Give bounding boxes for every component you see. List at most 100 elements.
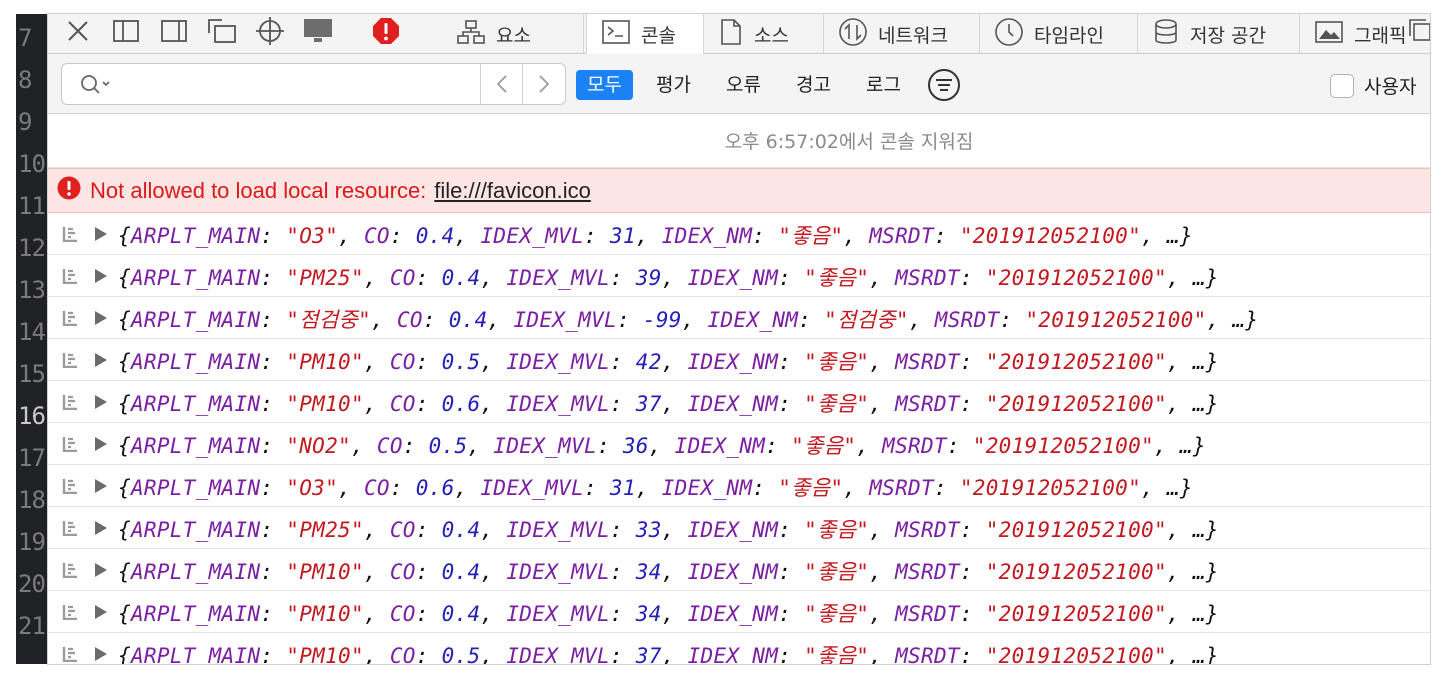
log-line-icon [62,646,78,664]
line-number: 13 [18,276,46,304]
console-log: 오후 6:57:02에서 콘솔 지워짐 Not allowed to load … [48,114,1430,664]
line-number: 10 [18,150,46,178]
chevron-right-icon [538,75,549,93]
error-message-row[interactable]: Not allowed to load local resource: file… [48,168,1430,213]
log-line-icon [62,268,78,288]
tab-label: 저장 공간 [1190,24,1266,47]
log-line-icon [62,604,78,624]
tab-label: 콘솔 [641,25,676,47]
log-line-icon [62,562,78,582]
expand-triangle-icon[interactable] [94,436,108,456]
filter-options-icon[interactable] [926,67,962,103]
expand-triangle-icon[interactable] [94,520,108,540]
log-entry-row[interactable]: {ARPLT_MAIN: "PM10", CO: 0.5, IDEX_MVL: … [48,633,1430,664]
console-icon [601,19,631,50]
log-entry-row[interactable]: {ARPLT_MAIN: "PM25", CO: 0.4, IDEX_MVL: … [48,255,1430,297]
expand-triangle-icon[interactable] [94,604,108,624]
search-icon[interactable] [80,74,116,100]
device-icon[interactable] [302,16,334,46]
tab-label: 네트워크 [878,24,948,47]
log-entry-row[interactable]: {ARPLT_MAIN: "점검중", CO: 0.4, IDEX_MVL: -… [48,297,1430,339]
tab-storage[interactable]: 저장 공간 [1138,14,1300,54]
log-line-icon [62,520,78,540]
user-checkbox[interactable] [1330,73,1354,98]
error-text: Not allowed to load local resource: [90,177,427,203]
object-preview: {ARPLT_MAIN: "PM10", CO: 0.5, IDEX_MVL: … [118,350,1219,374]
level-filter-button[interactable]: 평가 [656,70,691,100]
element-picker-icon[interactable] [254,16,286,46]
previous-match-button[interactable] [480,64,522,104]
close-icon[interactable] [62,16,94,46]
detach-icon[interactable] [206,16,238,46]
console-search-box[interactable] [61,63,566,105]
tab-timeline[interactable]: 타임라인 [980,14,1138,54]
elements-icon [456,19,486,50]
user-checkbox-label: 사용자 [1364,76,1417,98]
tab-elements[interactable]: 요소 [442,14,584,54]
tab-console[interactable]: 콘솔 [586,14,704,55]
log-entry-row[interactable]: {ARPLT_MAIN: "PM10", CO: 0.5, IDEX_MVL: … [48,339,1430,381]
next-match-button[interactable] [522,64,564,104]
user-filter[interactable]: 사용자 [1330,72,1416,99]
web-inspector-panel: 요소 콘솔 소스 네트워크 타임라인 저장 공간 그래픽 모두 평가 오류 경고 로그 [48,14,1430,664]
log-entry-row[interactable]: {ARPLT_MAIN: "PM10", CO: 0.4, IDEX_MVL: … [48,591,1430,633]
level-filter-button[interactable]: 로그 [866,70,901,100]
log-line-icon [62,478,78,498]
line-number: 18 [18,486,46,514]
search-input[interactable] [118,70,468,98]
log-line-icon [62,394,78,414]
error-badge-icon[interactable] [370,16,402,46]
object-preview: {ARPLT_MAIN: "PM10", CO: 0.4, IDEX_MVL: … [118,560,1219,584]
expand-triangle-icon[interactable] [94,226,108,246]
level-filter-button[interactable]: 경고 [796,70,831,100]
line-number: 21 [18,612,46,640]
console-filter-bar: 모두 평가 오류 경고 로그 사용자 [48,54,1430,114]
object-preview: {ARPLT_MAIN: "O3", CO: 0.6, IDEX_MVL: 31… [118,476,1193,500]
object-preview: {ARPLT_MAIN: "점검중", CO: 0.4, IDEX_MVL: -… [118,308,1259,332]
layers-icon[interactable] [1404,16,1430,46]
timeline-icon [994,17,1024,52]
object-preview: {ARPLT_MAIN: "PM25", CO: 0.4, IDEX_MVL: … [118,518,1219,542]
expand-triangle-icon[interactable] [94,394,108,414]
log-entry-row[interactable]: {ARPLT_MAIN: "PM10", CO: 0.6, IDEX_MVL: … [48,381,1430,423]
error-icon [57,176,81,206]
log-entry-row[interactable]: {ARPLT_MAIN: "PM10", CO: 0.4, IDEX_MVL: … [48,549,1430,591]
error-resource-link[interactable]: file:///favicon.ico [434,178,591,204]
inspector-tab-bar: 요소 콘솔 소스 네트워크 타임라인 저장 공간 그래픽 [48,14,1430,55]
tab-label: 그래픽 [1354,24,1407,47]
object-preview: {ARPLT_MAIN: "NO2", CO: 0.5, IDEX_MVL: 3… [118,434,1206,458]
log-entry-row[interactable]: {ARPLT_MAIN: "O3", CO: 0.6, IDEX_MVL: 31… [48,465,1430,507]
console-cleared-message: 오후 6:57:02에서 콘솔 지워짐 [48,114,1430,168]
tab-sources[interactable]: 소스 [704,14,824,54]
line-number: 17 [18,444,46,472]
expand-triangle-icon[interactable] [94,352,108,372]
window-frame: 7 8 9 10 11 12 13 14 15 16 17 18 19 20 21 [0,0,1444,678]
line-number: 19 [18,528,46,556]
network-icon [838,17,868,52]
object-preview: {ARPLT_MAIN: "PM25", CO: 0.4, IDEX_MVL: … [118,266,1219,290]
level-filter-button[interactable]: 오류 [726,70,761,100]
log-entry-row[interactable]: {ARPLT_MAIN: "O3", CO: 0.4, IDEX_MVL: 31… [48,213,1430,255]
expand-triangle-icon[interactable] [94,478,108,498]
level-filter-button[interactable]: 모두 [576,70,633,100]
expand-triangle-icon[interactable] [94,646,108,664]
log-line-icon [62,310,78,330]
log-entry-row[interactable]: {ARPLT_MAIN: "PM25", CO: 0.4, IDEX_MVL: … [48,507,1430,549]
expand-triangle-icon[interactable] [94,310,108,330]
object-preview: {ARPLT_MAIN: "PM10", CO: 0.5, IDEX_MVL: … [118,644,1219,664]
line-number: 14 [18,318,46,346]
expand-triangle-icon[interactable] [94,562,108,582]
tab-network[interactable]: 네트워크 [824,14,980,54]
cleared-message-text: 오후 6:57:02에서 콘솔 지워짐 [724,131,974,153]
tab-label: 타임라인 [1034,24,1104,47]
tab-label: 소스 [754,24,789,47]
tab-label: 요소 [496,24,531,47]
dock-side-icon[interactable] [158,16,190,46]
log-entry-row[interactable]: {ARPLT_MAIN: "NO2", CO: 0.5, IDEX_MVL: 3… [48,423,1430,465]
line-number: 15 [18,360,46,388]
log-entries: {ARPLT_MAIN: "O3", CO: 0.4, IDEX_MVL: 31… [48,213,1430,664]
editor-line-gutter: 7 8 9 10 11 12 13 14 15 16 17 18 19 20 21 [16,14,48,664]
dock-bottom-icon[interactable] [110,16,142,46]
expand-triangle-icon[interactable] [94,268,108,288]
chevron-left-icon [496,75,507,93]
